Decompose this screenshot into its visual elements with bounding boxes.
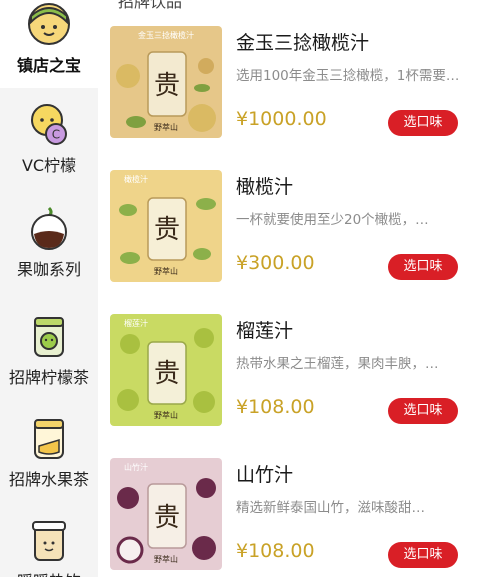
product-card[interactable]: 贵 榴莲汁 野萃山 榴莲汁 热带水果之王榴莲，果肉丰腴，… ¥108.00 选口… — [98, 314, 480, 444]
sidebar-item-label: 招牌柠檬茶 — [8, 368, 89, 387]
lemon-face-icon: C — [25, 100, 73, 148]
select-flavor-button[interactable]: 选口味 — [388, 398, 458, 424]
thumb-char: 贵 — [154, 503, 180, 533]
product-image: 贵 榴莲汁 野萃山 — [110, 314, 222, 426]
sidebar-item-zhendianzhibao[interactable]: 镇店之宝 — [0, 0, 98, 88]
svg-text:C: C — [52, 128, 60, 142]
lemon-tea-cup-icon — [25, 312, 73, 360]
hot-drink-cup-icon — [25, 516, 73, 564]
sidebar-item-label: 镇店之宝 — [16, 56, 81, 75]
product-description: 选用100年金玉三捻橄榄，1杯需要使用… — [236, 68, 466, 84]
product-name: 山竹汁 — [236, 464, 294, 486]
product-price: ¥108.00 — [236, 396, 315, 418]
product-card[interactable]: 贵 橄榄汁 野萃山 橄榄汁 一杯就要使用至少20个橄榄，… ¥300.00 选口… — [98, 170, 480, 300]
product-price: ¥1000.00 — [236, 108, 327, 130]
thumb-char: 贵 — [154, 215, 180, 245]
product-image: 贵 山竹汁 野萃山 — [110, 458, 222, 570]
product-card[interactable]: 贵 山竹汁 野萃山 山竹汁 精选新鲜泰国山竹，滋味酸甜… ¥108.00 选口味 — [98, 458, 480, 577]
sidebar-item-label: 暖暖热饮 — [0, 568, 98, 577]
product-price: ¥108.00 — [236, 540, 315, 562]
sidebar-item-fruit-tea[interactable]: 招牌水果茶 — [0, 414, 98, 500]
sidebar-item-hot-drinks[interactable]: 暖暖热饮 — [0, 516, 98, 577]
coffee-fruit-icon — [25, 204, 73, 252]
sidebar-item-label: 招牌水果茶 — [8, 470, 89, 489]
thumb-char: 贵 — [154, 359, 180, 389]
product-name: 橄榄汁 — [236, 176, 294, 198]
product-name: 金玉三捻橄榄汁 — [236, 32, 370, 54]
thumb-char: 贵 — [154, 71, 180, 101]
product-name: 榴莲汁 — [236, 320, 294, 342]
thumb-tag: 橄榄汁 — [124, 174, 148, 184]
sidebar-item-label: VC柠檬 — [21, 156, 77, 175]
category-sidebar: 镇店之宝 C VC柠檬 果咖系列 招牌柠檬茶 招牌水果茶 — [0, 0, 98, 577]
sidebar-item-vc-lemon[interactable]: C VC柠檬 — [0, 100, 98, 184]
select-flavor-button[interactable]: 选口味 — [388, 110, 458, 136]
fruit-tea-cup-icon — [25, 414, 73, 462]
app-root: 招牌饮品 镇店之宝 C VC柠檬 果咖系列 招牌柠檬茶 招牌水果茶 贵 金玉三捻… — [0, 0, 480, 577]
product-description: 精选新鲜泰国山竹，滋味酸甜… — [236, 500, 425, 516]
thumb-tag: 榴莲汁 — [124, 318, 148, 328]
select-flavor-button[interactable]: 选口味 — [388, 254, 458, 280]
avatar-girl-icon — [25, 0, 73, 48]
thumb-brand: 野萃山 — [154, 410, 178, 420]
product-description: 热带水果之王榴莲，果肉丰腴，… — [236, 356, 439, 372]
product-description: 一杯就要使用至少20个橄榄，… — [236, 212, 429, 228]
thumb-tag: 山竹汁 — [124, 462, 148, 472]
product-price: ¥300.00 — [236, 252, 315, 274]
thumb-brand: 野萃山 — [154, 266, 178, 276]
product-image: 贵 金玉三捻橄榄汁 野萃山 — [110, 26, 222, 138]
thumb-brand: 野萃山 — [154, 554, 178, 564]
thumb-tag: 金玉三捻橄榄汁 — [138, 30, 194, 40]
product-list: 贵 金玉三捻橄榄汁 野萃山 金玉三捻橄榄汁 选用100年金玉三捻橄榄，1杯需要使… — [98, 0, 480, 577]
sidebar-item-lemon-tea[interactable]: 招牌柠檬茶 — [0, 312, 98, 398]
product-image: 贵 橄榄汁 野萃山 — [110, 170, 222, 282]
select-flavor-button[interactable]: 选口味 — [388, 542, 458, 568]
thumb-brand: 野萃山 — [154, 122, 178, 132]
sidebar-item-fruit-coffee[interactable]: 果咖系列 — [0, 204, 98, 288]
product-card[interactable]: 贵 金玉三捻橄榄汁 野萃山 金玉三捻橄榄汁 选用100年金玉三捻橄榄，1杯需要使… — [98, 26, 480, 156]
sidebar-item-label: 果咖系列 — [16, 260, 81, 279]
